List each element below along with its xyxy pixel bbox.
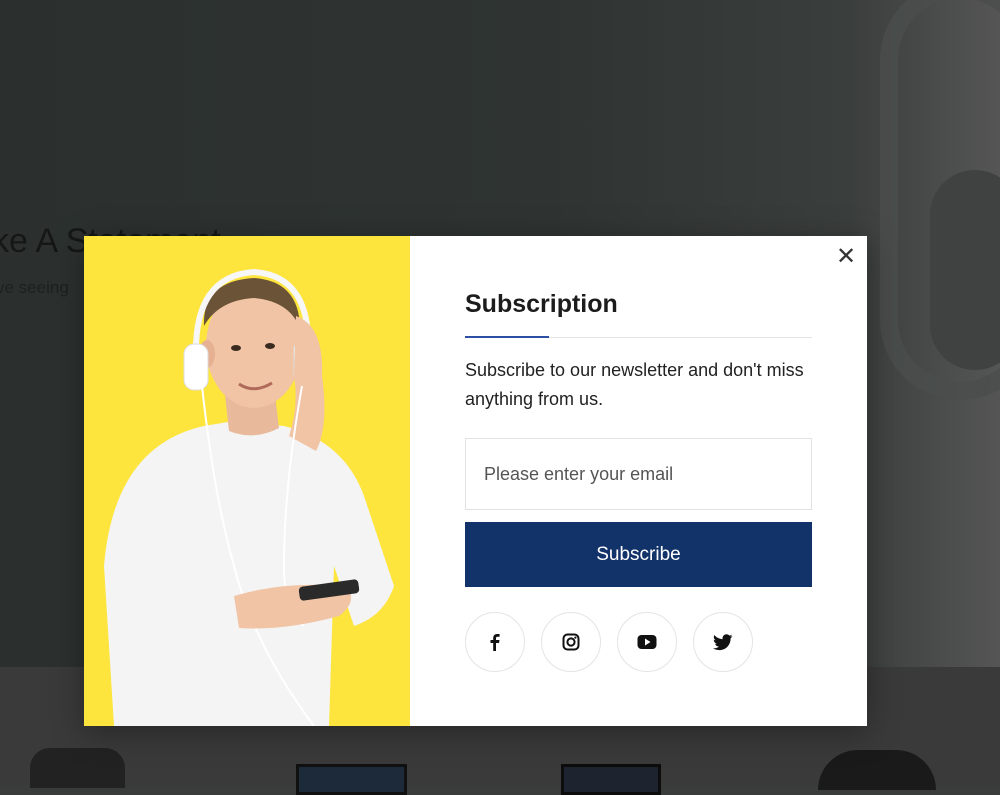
modal-description: Subscribe to our newsletter and don't mi… [465,360,804,409]
product-watch [30,748,125,788]
instagram-icon[interactable] [541,612,601,672]
youtube-icon[interactable] [617,612,677,672]
earbud-graphic-2 [930,170,1000,370]
product-earbuds [818,750,936,790]
close-icon[interactable]: ✕ [835,245,857,269]
twitter-icon[interactable] [693,612,753,672]
product-laptop [296,764,407,795]
email-input[interactable] [465,438,812,510]
subscribe-button[interactable]: Subscribe [465,522,812,587]
divider-accent [465,336,549,338]
facebook-icon[interactable] [465,612,525,672]
hero-subtitle: ve seeing [0,278,69,297]
man-with-headphones-photo [104,268,394,726]
modal-title: Subscription [465,290,618,318]
subscription-modal: ✕ Subscription Subscribe to our newslett… [84,236,867,726]
modal-body: ✕ Subscription Subscribe to our newslett… [410,236,867,726]
title-divider [465,336,812,338]
social-links [465,612,753,672]
product-tablet [561,764,661,795]
promo-image [84,236,410,726]
